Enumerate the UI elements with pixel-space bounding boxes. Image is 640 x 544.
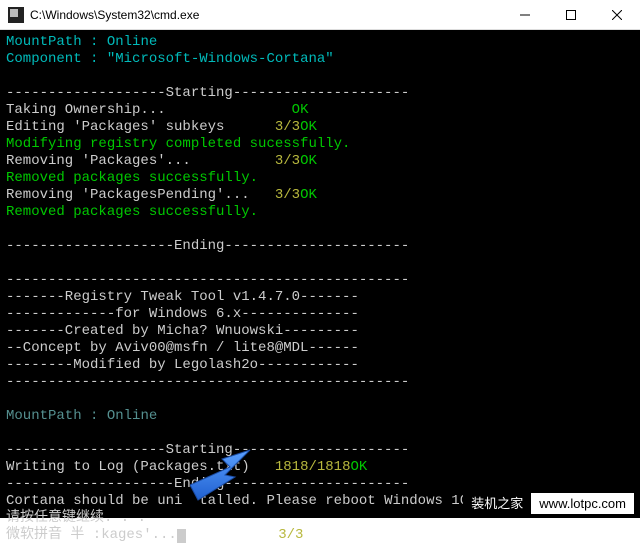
- section-ending: --------------------Ending--------------…: [6, 476, 634, 493]
- about-line: --Concept by Aviv00@msfn / lite8@MDL----…: [6, 340, 634, 357]
- section-starting: -------------------Starting-------------…: [6, 85, 634, 102]
- cursor: [177, 529, 186, 543]
- about-line: --------Modified by Legolash2o----------…: [6, 357, 634, 374]
- status-ok: OK: [292, 102, 309, 118]
- section-starting: -------------------Starting-------------…: [6, 442, 634, 459]
- log-success: Removed packages successfully.: [6, 204, 634, 221]
- mountpath-label: MountPath: [6, 34, 82, 50]
- watermark-url: www.lotpc.com: [531, 493, 634, 514]
- log-line: Writing to Log (Packages.tx: [6, 459, 233, 475]
- minimize-button[interactable]: [502, 0, 548, 30]
- titlebar: C:\Windows\System32\cmd.exe: [0, 0, 640, 30]
- log-line: Taking Ownership...: [6, 102, 166, 118]
- watermark-brand: 装机之家: [463, 493, 531, 514]
- count: 3/3: [275, 153, 300, 169]
- count: 1818/1818: [275, 459, 351, 475]
- component-value: : "Microsoft-Windows-Cortana": [90, 51, 334, 67]
- about-dashes: ----------------------------------------…: [6, 374, 634, 391]
- log-success: Modifying registry completed sucessfully…: [6, 136, 634, 153]
- count: 3/3: [275, 187, 300, 203]
- mountpath-value: : Online: [90, 34, 157, 50]
- log-line: 微软拼音 半 :kages'...: [6, 527, 177, 543]
- log-success: Removed packages successfully.: [6, 170, 634, 187]
- count: 3/3: [275, 119, 300, 135]
- section-ending: --------------------Ending--------------…: [6, 238, 634, 255]
- watermark: 装机之家 www.lotpc.com: [463, 493, 634, 514]
- about-line: -------Registry Tweak Tool v1.4.7.0-----…: [6, 289, 634, 306]
- mountpath-label: MountPath: [6, 408, 82, 424]
- component-label: Component: [6, 51, 82, 67]
- close-button[interactable]: [594, 0, 640, 30]
- mountpath-value: : Online: [90, 408, 157, 424]
- log-line: Removing 'PackagesPending'...: [6, 187, 250, 203]
- cmd-icon: [8, 7, 24, 23]
- log-line: Removing 'Packages'...: [6, 153, 191, 169]
- about-line: -------------for Windows 6.x------------…: [6, 306, 634, 323]
- window-title: C:\Windows\System32\cmd.exe: [30, 8, 502, 22]
- status-ok: OK: [300, 119, 317, 135]
- log-line: Editing 'Packages' subkeys: [6, 119, 224, 135]
- status-ok: OK: [300, 153, 317, 169]
- count: 3/3: [278, 527, 303, 543]
- about-dashes: ----------------------------------------…: [6, 272, 634, 289]
- status-ok: OK: [351, 459, 368, 475]
- about-line: -------Created by Micha? Wnuowski-------…: [6, 323, 634, 340]
- final-message: Cortana should be uni: [6, 493, 182, 509]
- status-ok: OK: [300, 187, 317, 203]
- maximize-button[interactable]: [548, 0, 594, 30]
- console-output: MountPath : Online Component : "Microsof…: [0, 30, 640, 518]
